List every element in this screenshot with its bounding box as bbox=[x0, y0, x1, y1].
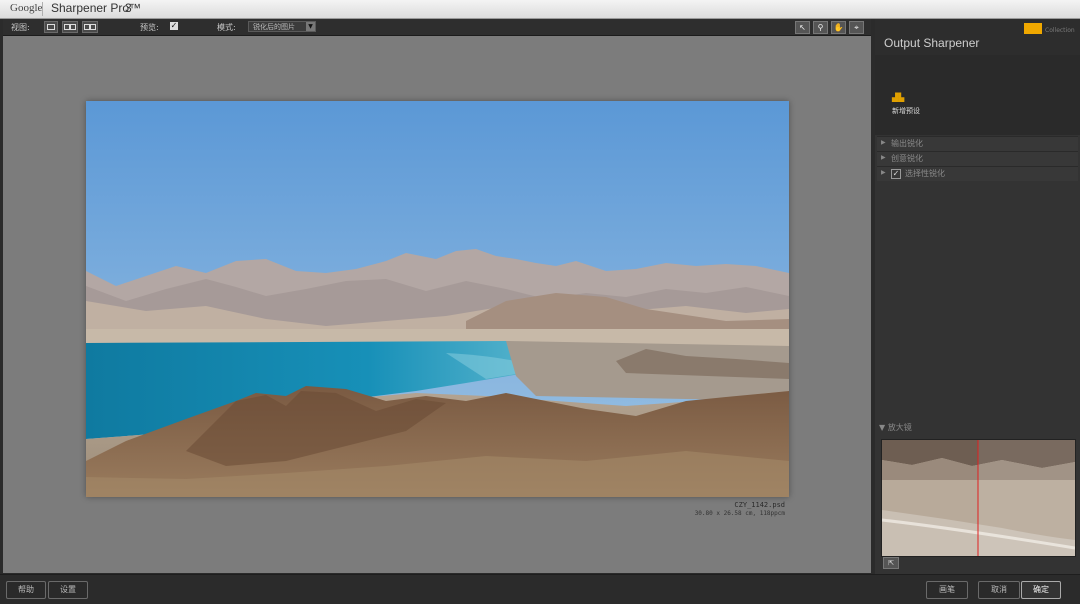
brand-label: Google bbox=[10, 2, 43, 14]
settings-button[interactable]: 设置 bbox=[48, 581, 88, 599]
pin-loupe-icon[interactable]: ⇱ bbox=[883, 557, 899, 569]
preset-area: ▟▙ 新增预设 bbox=[875, 55, 1080, 135]
preview-checkbox[interactable]: ✓ bbox=[170, 22, 178, 30]
loupe-label[interactable]: ▼ 放大镜 bbox=[879, 422, 912, 433]
brush-button[interactable]: 画笔 bbox=[926, 581, 968, 599]
split-view-icon-right bbox=[70, 24, 76, 30]
hand-icon[interactable]: ✋ bbox=[831, 21, 846, 34]
panel-title: Output Sharpener bbox=[884, 36, 980, 50]
ok-button[interactable]: 确定 bbox=[1021, 581, 1061, 599]
image-filename: CZY_1142.psd bbox=[734, 501, 785, 509]
landscape-photo bbox=[86, 101, 789, 497]
add-preset-button[interactable]: 新增预设 bbox=[892, 106, 920, 116]
chevron-down-icon: ▼ bbox=[306, 22, 315, 31]
mode-select-value: 锐化后的图片 bbox=[253, 23, 295, 31]
panel-header: Collection Output Sharpener bbox=[875, 19, 1080, 55]
preview-image[interactable] bbox=[86, 101, 789, 497]
section-label: 选择性锐化 bbox=[905, 169, 945, 178]
zoom-icon[interactable]: ⚲ bbox=[813, 21, 828, 34]
loupe-view[interactable] bbox=[881, 439, 1076, 557]
section-output-sharpening[interactable]: ▶ 输出锐化 bbox=[877, 136, 1078, 151]
view-split-button[interactable] bbox=[62, 21, 78, 33]
single-view-icon bbox=[47, 24, 55, 30]
preview-label: 预览: bbox=[140, 23, 159, 32]
image-dimensions: 30.80 x 26.58 cm, 118ppcm bbox=[694, 510, 785, 517]
preview-area[interactable]: CZY_1142.psd 30.80 x 26.58 cm, 118ppcm bbox=[3, 36, 871, 573]
mode-select[interactable]: 锐化后的图片 ▼ bbox=[248, 21, 316, 32]
help-button[interactable]: 帮助 bbox=[6, 581, 46, 599]
arrow-icon[interactable]: ↖ bbox=[795, 21, 810, 34]
toolbar: 视图: 预览: ✓ 模式: 锐化后的图片 ▼ ↖ ⚲ ✋ ⌖ bbox=[3, 19, 871, 36]
logo-text: Collection bbox=[1045, 27, 1075, 34]
mode-label: 模式: bbox=[217, 23, 236, 32]
right-panel: Collection Output Sharpener ▟▙ 新增预设 ▶ 输出… bbox=[875, 19, 1080, 574]
eyedropper-icon[interactable]: ⌖ bbox=[849, 21, 864, 34]
view-label: 视图: bbox=[11, 23, 30, 32]
section-label: 输出锐化 bbox=[891, 139, 923, 148]
footer-bar: 帮助 设置 画笔 取消 确定 bbox=[0, 574, 1080, 604]
section-creative-sharpening[interactable]: ▶ 创意锐化 bbox=[877, 151, 1078, 166]
section-label: 创意锐化 bbox=[891, 154, 923, 163]
section-selective-sharpening[interactable]: ▶ ✓ 选择性锐化 bbox=[877, 166, 1078, 181]
loupe-image bbox=[882, 440, 1075, 556]
title-separator bbox=[42, 2, 43, 16]
expand-triangle-icon: ▶ bbox=[881, 139, 886, 146]
preset-icon[interactable]: ▟▙ bbox=[892, 93, 904, 102]
side-by-side-icon-right bbox=[90, 24, 96, 30]
nik-logo-icon bbox=[1024, 23, 1042, 34]
expand-triangle-icon: ▶ bbox=[881, 154, 886, 161]
title-bar: Google Sharpener Pro™ 3 bbox=[0, 0, 1080, 19]
view-side-by-side-button[interactable] bbox=[82, 21, 98, 33]
product-version: 3 bbox=[125, 1, 132, 15]
selective-checkbox[interactable]: ✓ bbox=[891, 169, 901, 179]
expand-triangle-icon: ▶ bbox=[881, 169, 886, 176]
view-single-button[interactable] bbox=[44, 21, 58, 33]
cancel-button[interactable]: 取消 bbox=[978, 581, 1020, 599]
